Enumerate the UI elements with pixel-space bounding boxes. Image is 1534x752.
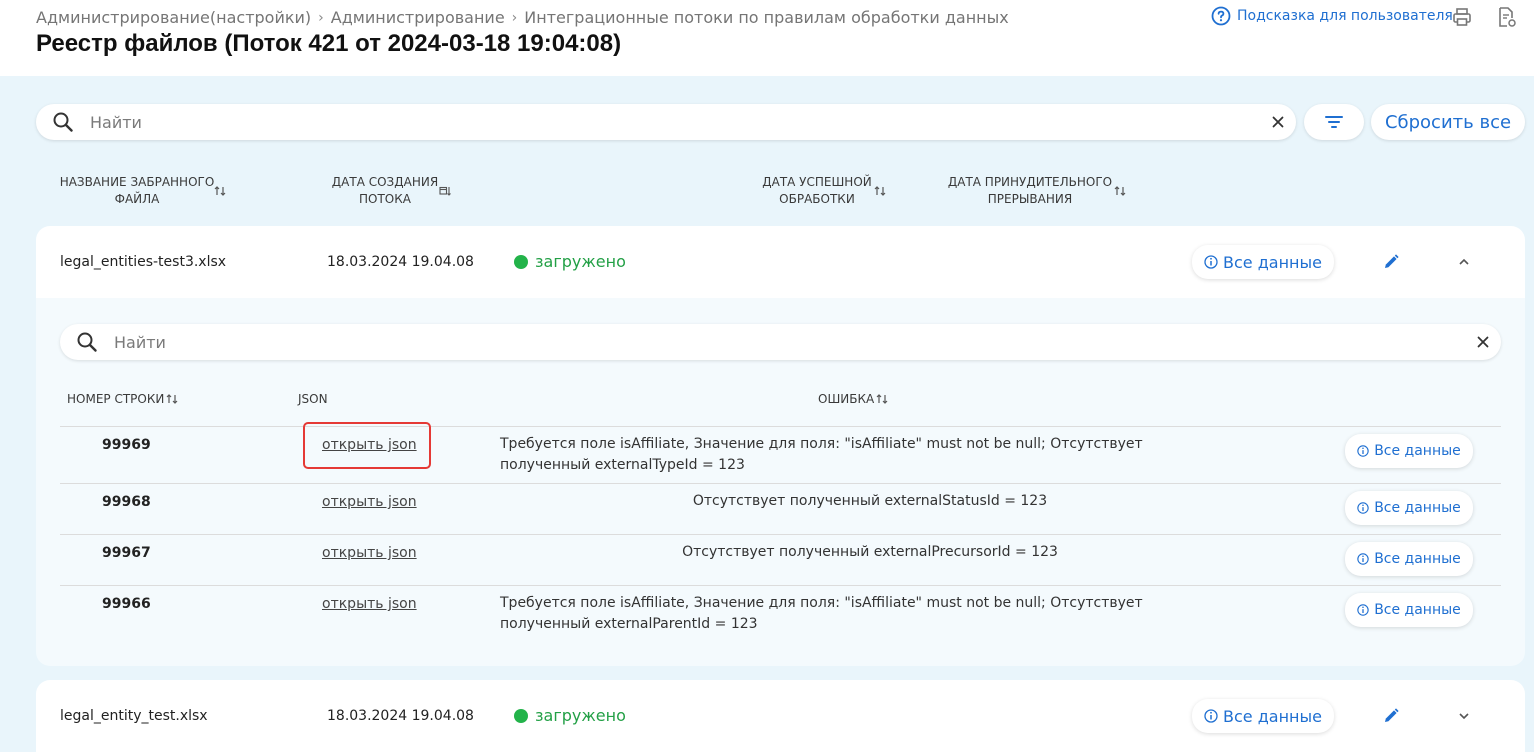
file-name: legal_entities-test3.xlsx: [60, 254, 227, 270]
all-data-label: Все данные: [1223, 252, 1322, 272]
error-message: Требуется поле isAffiliate, Значение для…: [500, 436, 1143, 473]
divider: [60, 585, 1501, 586]
close-icon[interactable]: [1477, 336, 1489, 348]
filter-icon: [1325, 116, 1343, 128]
breadcrumb-separator: ›: [511, 9, 518, 26]
reset-all-button[interactable]: Сбросить все: [1371, 104, 1525, 140]
info-icon: [1357, 604, 1369, 616]
info-icon: [1357, 445, 1369, 457]
all-data-label: Все данные: [1374, 500, 1461, 516]
print-icon[interactable]: [1451, 6, 1473, 28]
file-created-date: 18.03.2024 19.04.08: [327, 254, 474, 270]
all-data-label: Все данные: [1223, 706, 1322, 726]
column-header-created[interactable]: Дата создания потока: [326, 174, 444, 208]
chevron-down-icon[interactable]: [1458, 711, 1470, 721]
all-data-button[interactable]: Все данные: [1345, 434, 1473, 468]
error-message: Отсутствует полученный externalStatusId …: [692, 493, 1048, 509]
status-badge: загружено: [514, 706, 626, 725]
all-data-button[interactable]: Все данные: [1345, 542, 1473, 576]
sub-search: [60, 324, 1501, 360]
error-message: Отсутствует полученный externalPrecursor…: [682, 544, 1058, 560]
close-icon[interactable]: [1272, 116, 1284, 128]
breadcrumb-item-admin[interactable]: Администрирование: [331, 8, 505, 27]
main-search: [36, 104, 1296, 140]
edit-icon[interactable]: [1382, 707, 1400, 725]
divider: [60, 534, 1501, 535]
status-dot: [514, 254, 528, 269]
search-icon: [77, 332, 97, 352]
document-settings-icon[interactable]: [1496, 6, 1518, 28]
info-icon: [1204, 709, 1218, 723]
sub-column-header-error[interactable]: Ошибка: [818, 392, 874, 406]
status-badge: загружено: [514, 252, 626, 271]
page-header: Администрирование(настройки) › Администр…: [0, 0, 1534, 76]
search-icon: [53, 112, 73, 132]
row-number: 99968: [102, 494, 151, 510]
error-message: Требуется поле isAffiliate, Значение для…: [500, 595, 1143, 632]
breadcrumb-item-settings[interactable]: Администрирование(настройки): [36, 8, 311, 27]
info-icon: [1357, 553, 1369, 565]
row-number: 99969: [102, 437, 151, 453]
column-header-success[interactable]: Дата успешной обработки: [756, 174, 878, 208]
all-data-button[interactable]: Все данные: [1345, 491, 1473, 525]
filter-button[interactable]: [1304, 104, 1364, 140]
open-json-link[interactable]: открыть json: [322, 596, 417, 612]
row-number: 99966: [102, 596, 151, 612]
divider: [60, 483, 1501, 484]
sub-column-header-json: JSON: [298, 392, 328, 406]
all-data-button[interactable]: Все данные: [1192, 245, 1334, 279]
help-link[interactable]: Подсказка для пользователя: [1211, 6, 1453, 26]
search-input[interactable]: [90, 112, 1272, 132]
status-label: загружено: [535, 706, 626, 725]
column-header-forced[interactable]: Дата принудительного прерывания: [946, 174, 1114, 208]
sort-icon[interactable]: [876, 393, 888, 405]
sub-column-header-row-number[interactable]: Номер строки: [67, 392, 164, 406]
page-title: Реестр файлов (Поток 421 от 2024-03-18 1…: [36, 30, 622, 57]
help-link-label: Подсказка для пользователя: [1237, 8, 1453, 24]
breadcrumb-item-flows[interactable]: Интеграционные потоки по правилам обрабо…: [524, 8, 1008, 27]
question-circle-icon: [1211, 6, 1231, 26]
breadcrumb-separator: ›: [318, 9, 324, 26]
all-data-button[interactable]: Все данные: [1192, 699, 1334, 733]
open-json-link[interactable]: открыть json: [322, 494, 417, 510]
file-created-date: 18.03.2024 19.04.08: [327, 708, 474, 724]
sort-icon[interactable]: [1114, 185, 1126, 197]
all-data-label: Все данные: [1374, 443, 1461, 459]
sort-icon[interactable]: [214, 185, 226, 197]
breadcrumb: Администрирование(настройки) › Администр…: [36, 8, 1009, 27]
status-label: загружено: [535, 252, 626, 271]
row-number: 99967: [102, 545, 151, 561]
highlight-box: [303, 422, 431, 469]
edit-icon[interactable]: [1382, 253, 1400, 271]
sort-icon[interactable]: [166, 393, 178, 405]
file-name: legal_entity_test.xlsx: [60, 708, 208, 724]
all-data-label: Все данные: [1374, 602, 1461, 618]
all-data-label: Все данные: [1374, 551, 1461, 567]
divider: [60, 426, 1501, 427]
chevron-up-icon[interactable]: [1458, 257, 1470, 267]
info-icon: [1204, 255, 1218, 269]
calendar-sort-icon[interactable]: [439, 185, 451, 197]
info-icon: [1357, 502, 1369, 514]
sub-search-input[interactable]: [114, 332, 1477, 352]
open-json-link[interactable]: открыть json: [322, 545, 417, 561]
sort-icon[interactable]: [874, 185, 886, 197]
column-header-file-name[interactable]: Название забранного файла: [56, 174, 218, 208]
all-data-button[interactable]: Все данные: [1345, 593, 1473, 627]
status-dot: [514, 708, 528, 723]
